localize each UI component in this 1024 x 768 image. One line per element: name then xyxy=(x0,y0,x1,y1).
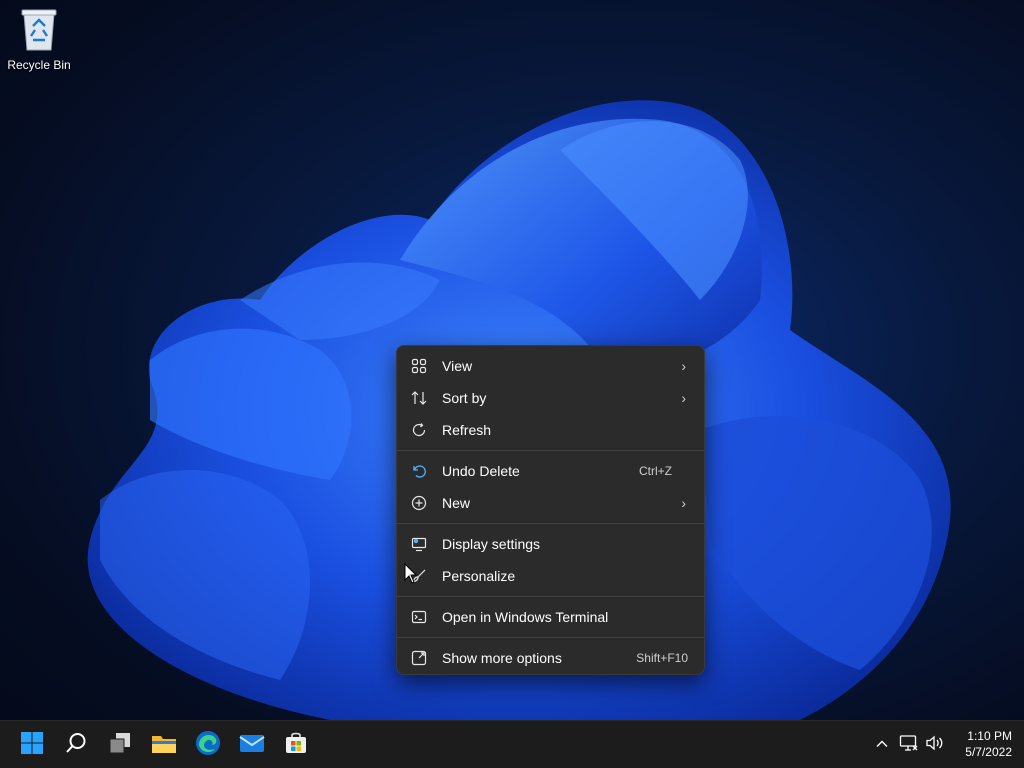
file-explorer-icon xyxy=(151,731,177,759)
store-button[interactable] xyxy=(280,729,312,761)
recycle-bin-icon xyxy=(19,6,59,56)
chevron-right-icon: › xyxy=(681,358,686,374)
menu-item-label: Sort by xyxy=(442,390,487,406)
menu-item-refresh[interactable]: Refresh xyxy=(401,414,700,446)
menu-shortcut: Ctrl+Z xyxy=(639,464,672,478)
chevron-right-icon: › xyxy=(681,390,686,406)
network-button[interactable] xyxy=(899,735,919,755)
menu-item-new[interactable]: New › xyxy=(401,487,700,519)
menu-item-open-terminal[interactable]: Open in Windows Terminal xyxy=(401,601,700,633)
desktop-icon-label: Recycle Bin xyxy=(7,58,71,72)
clock-time: 1:10 PM xyxy=(967,729,1012,743)
menu-separator xyxy=(397,523,704,524)
grid-view-icon xyxy=(410,357,428,375)
edge-button[interactable] xyxy=(192,729,224,761)
menu-item-personalize[interactable]: Personalize xyxy=(401,560,700,592)
volume-icon xyxy=(925,734,945,756)
show-hidden-icons-button[interactable] xyxy=(872,735,892,755)
chevron-up-icon xyxy=(875,736,889,755)
menu-item-label: New xyxy=(442,495,471,511)
menu-shortcut: Shift+F10 xyxy=(636,651,688,665)
start-button[interactable] xyxy=(16,729,48,761)
search-icon xyxy=(64,731,88,759)
sort-arrows-icon xyxy=(410,389,428,407)
search-button[interactable] xyxy=(60,729,92,761)
menu-separator xyxy=(397,637,704,638)
menu-item-view[interactable]: View › xyxy=(401,350,700,382)
chevron-right-icon: › xyxy=(681,495,686,511)
desktop-icon-recycle-bin[interactable]: Recycle Bin xyxy=(4,6,74,76)
menu-item-label: Open in Windows Terminal xyxy=(442,609,609,625)
menu-item-show-more-options[interactable]: Show more options Shift+F10 xyxy=(401,642,700,674)
menu-item-label: Undo Delete xyxy=(442,463,520,479)
menu-item-sort-by[interactable]: Sort by › xyxy=(401,382,700,414)
volume-button[interactable] xyxy=(925,735,945,755)
mail-icon xyxy=(239,732,265,758)
menu-item-label: Show more options xyxy=(442,650,562,666)
mouse-cursor-icon xyxy=(404,563,418,584)
menu-item-display-settings[interactable]: Display settings xyxy=(401,528,700,560)
taskbar: 1:10 PM 5/7/2022 xyxy=(0,720,1024,768)
menu-item-label: Refresh xyxy=(442,422,492,438)
file-explorer-button[interactable] xyxy=(148,729,180,761)
taskbar-clock[interactable]: 1:10 PM 5/7/2022 xyxy=(965,728,1012,760)
display-settings-icon xyxy=(410,535,428,553)
menu-separator xyxy=(397,596,704,597)
store-icon xyxy=(284,731,308,759)
terminal-icon xyxy=(410,608,428,626)
task-view-icon xyxy=(108,731,132,759)
start-icon xyxy=(20,731,44,759)
menu-item-undo-delete[interactable]: Undo Delete Ctrl+Z xyxy=(401,455,700,487)
plus-circle-icon xyxy=(410,494,428,512)
menu-item-label: View xyxy=(442,358,473,374)
share-expand-icon xyxy=(410,649,428,667)
clock-date: 5/7/2022 xyxy=(965,745,1012,759)
undo-icon xyxy=(410,462,428,480)
menu-separator xyxy=(397,450,704,451)
mail-button[interactable] xyxy=(236,729,268,761)
task-view-button[interactable] xyxy=(104,729,136,761)
refresh-icon xyxy=(410,421,428,439)
network-icon xyxy=(899,734,919,756)
menu-item-label: Display settings xyxy=(442,536,541,552)
edge-icon xyxy=(195,730,221,760)
desktop-context-menu: View › Sort by › Refresh Undo Delete Ctr… xyxy=(396,345,705,675)
menu-item-label: Personalize xyxy=(442,568,516,584)
